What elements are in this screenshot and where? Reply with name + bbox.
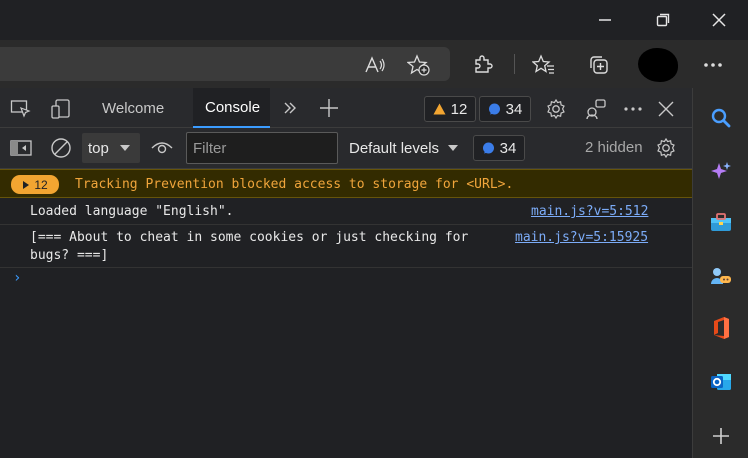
read-aloud-button[interactable] xyxy=(362,52,388,78)
warnings-count: 12 xyxy=(450,100,468,118)
sparkle-icon xyxy=(711,162,731,179)
clear-icon xyxy=(51,138,71,158)
console-message: [=== About to cheat in some cookies or j… xyxy=(0,225,692,268)
console-message: Loaded language "English". main.js?v=5:5… xyxy=(0,198,692,225)
hidden-messages-label: 2 hidden xyxy=(585,139,643,156)
add-tool-button[interactable] xyxy=(318,97,340,119)
star-add-icon xyxy=(407,54,430,76)
messages-count-badge[interactable]: 34 xyxy=(479,96,531,122)
double-chevron-right-icon xyxy=(284,102,296,114)
warnings-count-badge[interactable]: 12 xyxy=(424,96,476,122)
restore-button[interactable] xyxy=(634,0,692,40)
chevron-down-icon xyxy=(448,145,459,151)
message-bubble-icon xyxy=(482,142,494,153)
extensions-button[interactable] xyxy=(470,52,496,78)
collections-button[interactable] xyxy=(586,52,612,78)
favorites-icon xyxy=(532,54,554,74)
tools-button[interactable] xyxy=(707,208,735,236)
caret-right-icon xyxy=(23,180,30,189)
read-aloud-icon xyxy=(365,56,385,73)
minimize-button[interactable] xyxy=(576,0,634,40)
close-icon xyxy=(658,101,674,117)
close-icon xyxy=(712,13,726,27)
feedback-button[interactable] xyxy=(585,98,607,120)
inspect-icon xyxy=(10,100,31,118)
devtools-more-button[interactable] xyxy=(622,100,644,118)
device-icon xyxy=(51,99,70,119)
profile-avatar[interactable] xyxy=(638,48,678,82)
message-text: [=== About to cheat in some cookies or j… xyxy=(30,230,469,245)
more-icon xyxy=(704,63,722,67)
tab-welcome[interactable]: Welcome xyxy=(90,88,176,128)
message-bubble-icon xyxy=(488,103,500,114)
clear-console-button[interactable] xyxy=(50,137,72,159)
context-selector[interactable]: top xyxy=(82,133,140,163)
favorites-button[interactable] xyxy=(531,52,557,78)
games-button[interactable] xyxy=(707,262,735,290)
toolbar-divider xyxy=(514,54,515,74)
log-levels-dropdown[interactable]: Default levels xyxy=(349,133,459,163)
close-window-button[interactable] xyxy=(690,0,748,40)
edge-sidebar xyxy=(692,88,748,458)
gear-icon xyxy=(657,137,675,159)
gear-icon xyxy=(547,98,565,120)
chevron-down-icon xyxy=(119,145,130,151)
inspect-element-button[interactable] xyxy=(10,99,32,119)
settings-more-button[interactable] xyxy=(700,52,726,78)
warning-text: Tracking Prevention blocked access to st… xyxy=(75,177,514,192)
office-button[interactable] xyxy=(707,314,735,342)
more-icon xyxy=(624,107,642,111)
live-expression-button[interactable] xyxy=(150,138,174,158)
games-icon xyxy=(711,268,731,284)
search-icon xyxy=(711,108,731,128)
console-filterbar: top Default levels 34 2 hidden xyxy=(0,128,692,169)
more-tabs-button[interactable] xyxy=(280,98,300,118)
log-levels-label: Default levels xyxy=(349,139,440,157)
office-icon xyxy=(714,317,729,339)
message-text: Loaded language "English". xyxy=(30,204,234,219)
search-button[interactable] xyxy=(707,104,735,132)
restore-icon xyxy=(656,13,670,27)
context-label: top xyxy=(88,139,109,157)
eye-icon xyxy=(151,142,173,154)
outlook-icon xyxy=(711,374,731,390)
warning-message[interactable]: 12 Tracking Prevention blocked access to… xyxy=(0,169,692,198)
issues-count-badge[interactable]: 34 xyxy=(473,135,525,161)
outlook-button[interactable] xyxy=(707,368,735,396)
device-emulation-button[interactable] xyxy=(50,98,72,120)
add-favorite-button[interactable] xyxy=(406,52,432,78)
devtools-panel: Welcome Console 12 34 top Filter Default… xyxy=(0,88,692,458)
puzzle-icon xyxy=(475,55,493,73)
collections-icon xyxy=(590,56,608,74)
warning-repeat-count: 12 xyxy=(34,177,48,192)
add-sidebar-app-button[interactable] xyxy=(707,422,735,450)
message-source-link[interactable]: main.js?v=5:512 xyxy=(531,202,648,222)
tab-console[interactable]: Console xyxy=(193,88,270,128)
copilot-button[interactable] xyxy=(707,158,735,186)
warning-triangle-icon xyxy=(433,103,446,115)
window-titlebar xyxy=(0,0,748,40)
sidebar-icon xyxy=(10,140,32,156)
toolbox-icon xyxy=(711,213,731,231)
message-source-link[interactable]: main.js?v=5:15925 xyxy=(515,228,648,248)
plus-icon xyxy=(713,428,729,444)
issues-count: 34 xyxy=(499,139,517,157)
console-output: 12 Tracking Prevention blocked access to… xyxy=(0,169,692,458)
toggle-sidebar-button[interactable] xyxy=(10,139,32,157)
tab-welcome-label: Welcome xyxy=(102,99,165,117)
browser-toolbar xyxy=(0,40,748,88)
console-settings-button[interactable] xyxy=(655,137,677,159)
warning-repeat-badge: 12 xyxy=(11,175,59,194)
minimize-icon xyxy=(599,19,611,21)
devtools-tabbar: Welcome Console 12 34 xyxy=(0,88,692,128)
messages-count: 34 xyxy=(505,100,523,118)
plus-icon xyxy=(320,99,338,117)
filter-input[interactable] xyxy=(186,132,338,164)
tab-console-label: Console xyxy=(205,98,261,116)
feedback-icon xyxy=(586,99,606,120)
console-prompt[interactable]: › xyxy=(13,270,21,286)
devtools-settings-button[interactable] xyxy=(545,98,567,120)
close-devtools-button[interactable] xyxy=(656,99,676,119)
message-text-continued: bugs? ===] xyxy=(30,248,109,263)
